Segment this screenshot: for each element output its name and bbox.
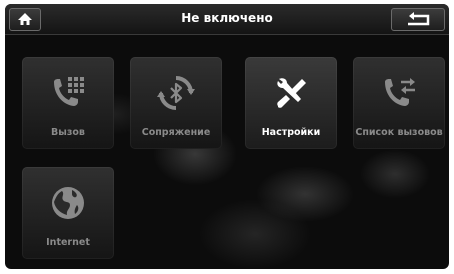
tile-internet-label: Internet: [46, 237, 90, 248]
tile-call-log[interactable]: Список вызовов: [353, 57, 445, 149]
phone-dialpad-icon: [54, 77, 84, 106]
globe-icon: [52, 187, 84, 219]
tile-call-label: Вызов: [51, 127, 85, 138]
tile-call-log-label: Список вызовов: [355, 127, 443, 138]
back-arrow-icon: [408, 12, 430, 26]
bluetooth-sync-icon: [157, 76, 195, 110]
call-log-icon: [385, 78, 415, 106]
back-button[interactable]: [391, 8, 445, 31]
tile-internet[interactable]: Internet: [22, 167, 114, 259]
device-screen: Не включено Вызов Сопряжение Настройки С…: [5, 4, 449, 269]
tile-settings-label: Настройки: [261, 127, 321, 138]
tile-settings[interactable]: Настройки: [245, 57, 337, 149]
settings-tools-icon: [277, 78, 306, 108]
tile-pairing[interactable]: Сопряжение: [130, 57, 222, 149]
tile-call[interactable]: Вызов: [22, 57, 114, 149]
top-bar: Не включено: [5, 4, 449, 35]
tile-pairing-label: Сопряжение: [141, 127, 211, 138]
page-title: Не включено: [181, 11, 273, 25]
